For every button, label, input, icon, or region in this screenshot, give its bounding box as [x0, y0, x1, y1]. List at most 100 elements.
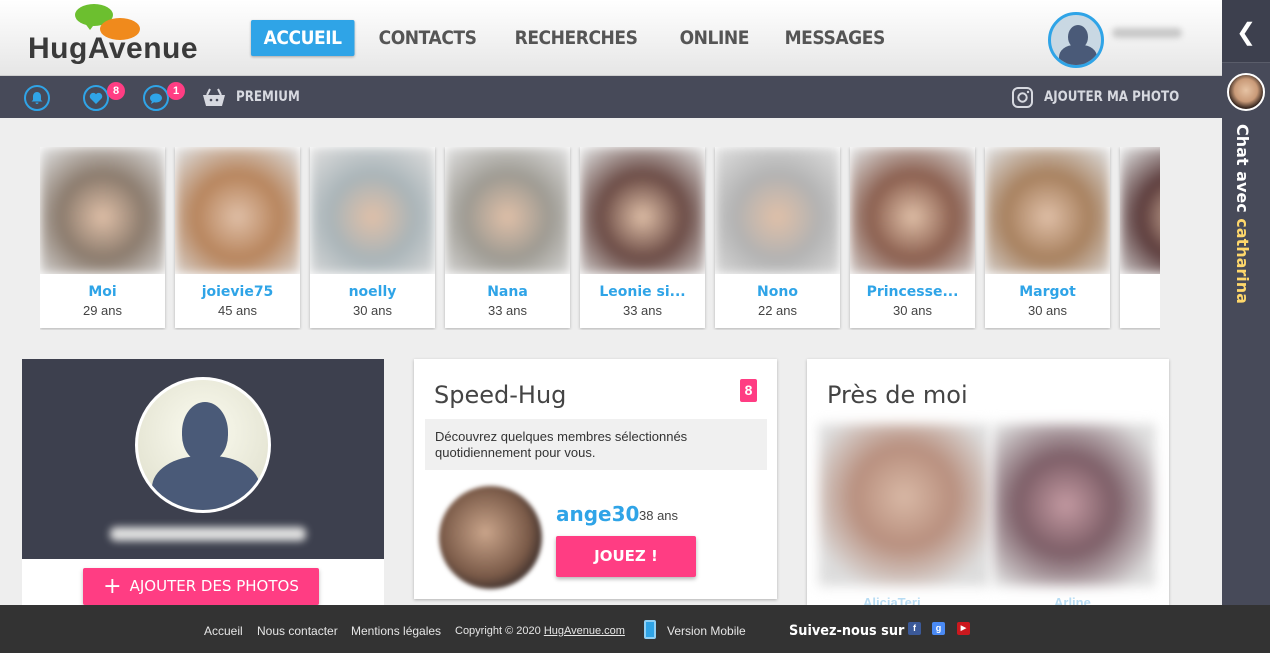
chat-contact-avatar[interactable]	[1227, 73, 1265, 111]
premium-basket-icon[interactable]	[202, 87, 226, 112]
nav-online[interactable]: ONLINE	[667, 20, 762, 56]
main-nav: ACCUEIL CONTACTS RECHERCHES ONLINE MESSA…	[251, 20, 912, 56]
footer-link-accueil[interactable]: Accueil	[204, 624, 243, 638]
youtube-icon[interactable]: ▶	[957, 622, 970, 635]
member-photo[interactable]	[715, 147, 840, 274]
near-member-name-2[interactable]: Arline	[1054, 595, 1091, 605]
profile-avatar[interactable]	[135, 377, 271, 513]
speed-hug-member-name[interactable]: ange30	[556, 502, 639, 526]
member-card[interactable]: Margot 30 ans	[985, 147, 1110, 328]
google-plus-icon[interactable]: g	[932, 622, 945, 635]
speed-hug-count-badge: 8	[740, 379, 757, 402]
collapse-chevron-left-icon[interactable]: ❮	[1236, 18, 1256, 47]
member-card[interactable]: noelly 30 ans	[310, 147, 435, 328]
footer-link-contact[interactable]: Nous contacter	[257, 624, 338, 638]
chat-sidebar: ❮ Chat avec catharina	[1222, 0, 1270, 605]
add-my-photo-link[interactable]: AJOUTER MA PHOTO	[1044, 89, 1179, 105]
member-photo-blur	[445, 147, 570, 274]
speed-hug-member-age: 38 ans	[639, 508, 679, 523]
near-member-name-1[interactable]: AliciaTeri	[863, 595, 921, 605]
member-photo[interactable]	[850, 147, 975, 274]
member-photo-blur	[175, 147, 300, 274]
speed-hug-card: Speed-Hug 8 Découvrez quelques membres s…	[414, 359, 777, 599]
member-name[interactable]: Margot	[985, 284, 1110, 300]
member-name[interactable]: noelly	[310, 284, 435, 300]
speed-hug-member-photo[interactable]	[439, 486, 542, 589]
facebook-icon[interactable]: f	[908, 622, 921, 635]
copyright-link[interactable]: HugAvenue.com	[544, 625, 625, 637]
messages-chat-icon[interactable]	[143, 85, 169, 111]
near-member-photo-1[interactable]	[819, 424, 989, 586]
member-age: 22 ans	[757, 303, 798, 318]
app-root: HugAvenue ACCUEIL CONTACTS RECHERCHES ON…	[0, 0, 1270, 653]
profile-silhouette-head	[182, 402, 228, 462]
play-button[interactable]: JOUEZ !	[556, 536, 696, 577]
nav-contacts[interactable]: CONTACTS	[366, 20, 489, 56]
near-member-photo-2[interactable]	[993, 424, 1155, 586]
member-card[interactable]: Princesse... 30 ans	[850, 147, 975, 328]
profile-silhouette-body	[152, 456, 260, 510]
user-avatar[interactable]	[1048, 12, 1104, 68]
member-card[interactable]: Moi 29 ans	[40, 147, 165, 328]
member-name[interactable]: Moi	[40, 284, 165, 300]
member-name[interactable]: Princesse...	[850, 284, 975, 300]
member-age: 30 ans	[1027, 303, 1068, 318]
member-age: 33 ans	[622, 303, 663, 318]
member-photo-blur	[850, 147, 975, 274]
members-carousel: Moi 29 ans joievie75 45 ans noelly 30 ans Nana…	[40, 147, 1160, 330]
member-age: 30 ans	[352, 303, 393, 318]
member-photo-blur	[310, 147, 435, 274]
member-photo-blur	[580, 147, 705, 274]
nav-accueil[interactable]: ACCUEIL	[251, 20, 355, 56]
member-photo[interactable]	[580, 147, 705, 274]
member-card[interactable]: Nono 22 ans	[715, 147, 840, 328]
nav-messages[interactable]: MESSAGES	[772, 20, 897, 56]
member-name[interactable]: Nono	[715, 284, 840, 300]
chat-prefix: Chat avec	[1233, 124, 1252, 213]
likes-badge: 8	[107, 82, 125, 100]
member-photo[interactable]	[1120, 147, 1160, 274]
logo-text: HugAvenue	[28, 32, 199, 65]
sub-toolbar: 8 1 PREMIUM AJOUTER MA PHOTO	[0, 76, 1222, 118]
add-photos-label: AJOUTER DES PHOTOS	[129, 577, 299, 595]
member-photo[interactable]	[985, 147, 1110, 274]
member-card[interactable]: Leonie si... 33 ans	[580, 147, 705, 328]
member-photo[interactable]	[40, 147, 165, 274]
profile-name-blurred	[110, 527, 306, 541]
member-card[interactable]: joievie75 45 ans	[175, 147, 300, 328]
footer-mobile-version[interactable]: Version Mobile	[667, 624, 746, 638]
member-photo-blur	[1120, 147, 1160, 274]
member-photo-blur	[985, 147, 1110, 274]
member-name[interactable]: joievie75	[175, 284, 300, 300]
member-card[interactable]: Nana 33 ans	[445, 147, 570, 328]
footer-copyright: Copyright © 2020 HugAvenue.com	[455, 625, 625, 637]
follow-us-label: Suivez-nous sur	[789, 623, 905, 639]
plus-icon: +	[103, 574, 122, 599]
member-age: 29 ans	[82, 303, 123, 318]
member-photo-blur	[40, 147, 165, 274]
premium-link[interactable]: PREMIUM	[236, 89, 300, 105]
member-photo-blur	[715, 147, 840, 274]
hugavenue-logo[interactable]: HugAvenue	[28, 2, 203, 72]
member-age: 30 ans	[892, 303, 933, 318]
instagram-camera-icon[interactable]	[1011, 86, 1034, 114]
likes-heart-icon[interactable]	[83, 85, 109, 111]
chat-with-label[interactable]: Chat avec catharina	[1233, 124, 1252, 304]
member-photo[interactable]	[445, 147, 570, 274]
member-photo[interactable]	[175, 147, 300, 274]
add-photos-button[interactable]: + AJOUTER DES PHOTOS	[83, 568, 319, 605]
member-card[interactable]	[1120, 147, 1160, 328]
member-age: 45 ans	[217, 303, 258, 318]
mobile-phone-icon	[644, 620, 656, 639]
logo-bubble-tail-icon	[84, 22, 96, 30]
footer-link-mentions[interactable]: Mentions légales	[351, 624, 441, 638]
notifications-bell-icon[interactable]	[24, 85, 50, 111]
member-name[interactable]: Nana	[445, 284, 570, 300]
member-photo[interactable]	[310, 147, 435, 274]
footer: Accueil Nous contacter Mentions légales …	[0, 605, 1270, 653]
copyright-prefix: Copyright © 2020	[455, 625, 541, 637]
avatar-silhouette-body	[1059, 45, 1097, 65]
member-name[interactable]: Leonie si...	[580, 284, 705, 300]
nav-recherches[interactable]: RECHERCHES	[502, 20, 650, 56]
user-name-blurred[interactable]	[1112, 28, 1182, 38]
